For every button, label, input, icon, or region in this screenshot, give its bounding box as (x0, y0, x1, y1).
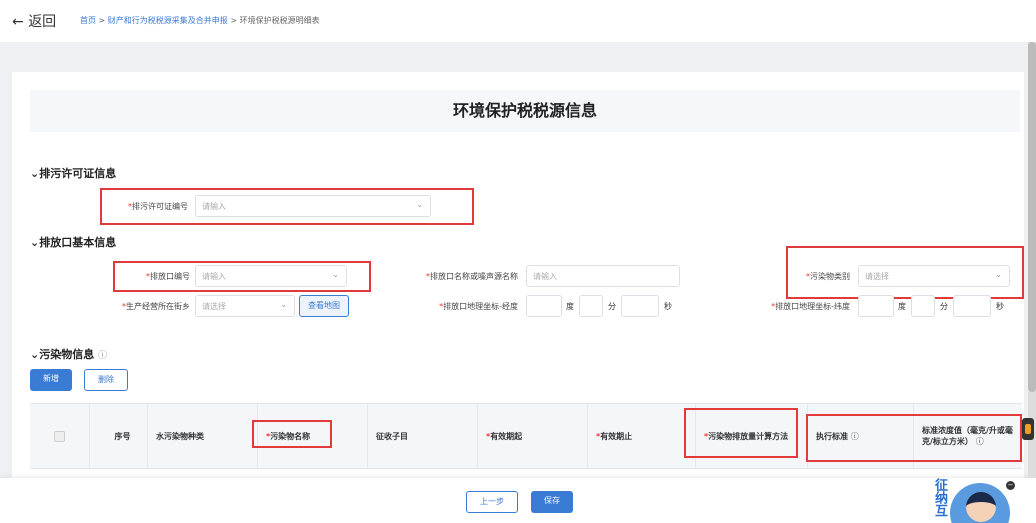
add-button[interactable]: 新增 (30, 369, 72, 391)
longitude-degree-input[interactable] (526, 295, 562, 317)
footer-bar (0, 478, 1036, 523)
chevron-down-icon: ⌄ (995, 270, 1002, 279)
delete-button[interactable]: 删除 (84, 369, 128, 391)
longitude-minute-input[interactable] (579, 295, 603, 317)
chevron-down-icon: ⌄ (332, 270, 339, 279)
column-header: * 有效期起 (478, 404, 588, 468)
minute-unit: 分 (608, 302, 616, 311)
section-outlet-title[interactable]: ⌄排放口基本信息 (30, 234, 116, 250)
breadcrumb: 首页 > 财产和行为税税源采集及合并申报 > 环境保护税税源明细表 (80, 16, 320, 25)
highlight-box (806, 414, 1022, 462)
degree-unit: 度 (898, 302, 906, 311)
back-button[interactable]: ← 返回 (12, 11, 56, 31)
degree-unit: 度 (566, 302, 574, 311)
section-pollutant-title[interactable]: ⌄污染物信息 ⓘ (30, 346, 107, 362)
pollutant-type-select[interactable]: 请选择 ⌄ (858, 265, 1010, 287)
longitude-second-input[interactable] (621, 295, 659, 317)
street-label: *生产经营所在街乡 (122, 302, 190, 311)
outlet-name-label: *排放口名称或噪声源名称 (426, 272, 518, 281)
breadcrumb-collection[interactable]: 财产和行为税税源采集及合并申报 (108, 16, 228, 25)
permit-label: *排污许可证编号 (128, 202, 188, 211)
latitude-minute-input[interactable] (911, 295, 935, 317)
latitude-label: *排放口地理坐标-纬度 (771, 302, 850, 311)
latitude-degree-input[interactable] (858, 295, 894, 317)
street-select[interactable]: 请选择 ⌄ (195, 295, 295, 317)
column-header: 水污染物种类 (148, 404, 258, 468)
outlet-name-input[interactable]: 请输入 (526, 265, 680, 287)
breadcrumb-current: 环境保护税税源明细表 (239, 16, 320, 25)
outlet-no-label: *排放口编号 (146, 272, 190, 281)
highlight-box (684, 408, 798, 458)
column-header: 征收子目 (368, 404, 478, 468)
chevron-down-icon: ⌄ (280, 300, 287, 309)
select-all-checkbox[interactable] (54, 430, 65, 442)
latitude-second-input[interactable] (953, 295, 991, 317)
permit-select[interactable]: 请输入 ⌄ (195, 195, 431, 217)
column-header: 序号 (90, 404, 148, 468)
page-title: 环境保护税税源信息 (30, 90, 1020, 132)
breadcrumb-home[interactable]: 首页 (80, 16, 96, 25)
chevron-down-icon: ⌄ (416, 200, 423, 209)
save-button[interactable]: 保存 (531, 491, 573, 513)
close-mascot-icon[interactable]: − (1006, 481, 1015, 490)
longitude-label: *排放口地理坐标-经度 (439, 302, 518, 311)
second-unit: 秒 (996, 302, 1004, 311)
mascot-assistant[interactable]: 征纳互 (930, 478, 1010, 523)
highlight-box (252, 420, 332, 448)
pollutant-type-label: *污染物类别 (806, 272, 850, 281)
prev-step-button[interactable]: 上一步 (466, 491, 518, 513)
column-header: * 有效期止 (588, 404, 696, 468)
view-map-button[interactable]: 查看地图 (299, 295, 349, 317)
arrow-left-icon: ← (12, 14, 24, 30)
minute-unit: 分 (940, 302, 948, 311)
side-widget-icon[interactable] (1022, 418, 1034, 440)
scrollbar[interactable] (1028, 42, 1036, 478)
info-icon: ⓘ (98, 351, 108, 361)
section-permit-title[interactable]: ⌄排污许可证信息 (30, 165, 116, 181)
outlet-no-select[interactable]: 请输入 ⌄ (195, 265, 347, 287)
second-unit: 秒 (664, 302, 672, 311)
